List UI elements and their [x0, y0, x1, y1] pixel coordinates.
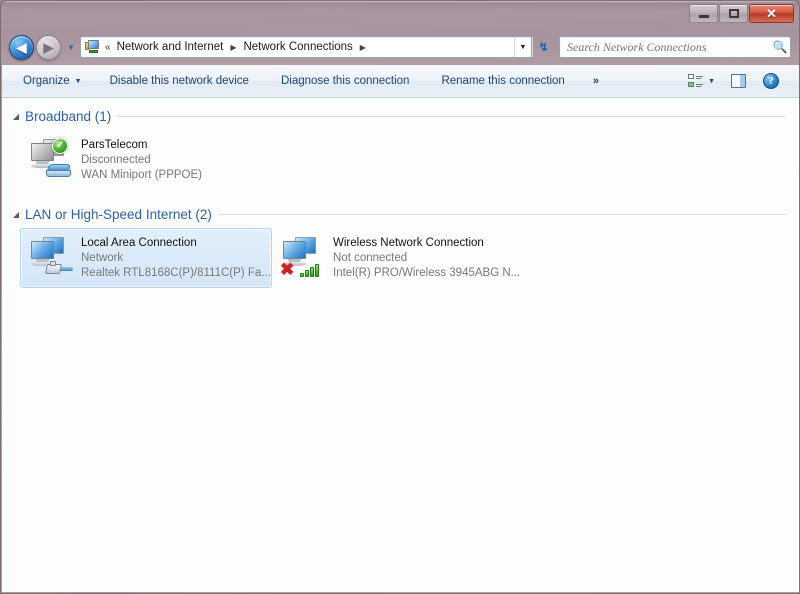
view-options-icon [688, 74, 704, 88]
minimize-button[interactable] [689, 4, 718, 23]
triangle-glyph: ◢ [12, 111, 20, 121]
help-icon: ? [763, 73, 779, 89]
group-title-lan: LAN or High-Speed Internet (2) [25, 206, 212, 222]
connected-check-badge-icon: ✓ [52, 138, 68, 154]
explorer-window: ✕ ◀ ▶ ▼ « Network and Internet ▶ Network… [0, 0, 800, 594]
group-divider-broadband [117, 115, 786, 117]
connection-item-wireless-network-connection[interactable]: ✖ Wireless Network Connection Not connec… [272, 228, 524, 288]
connection-text-parstelecom: ParsTelecom Disconnected WAN Miniport (P… [76, 137, 202, 183]
help-button[interactable]: ? [755, 68, 787, 94]
address-history-dropdown[interactable]: ▼ [514, 37, 531, 57]
address-bar[interactable]: « Network and Internet ▶ Network Connect… [80, 36, 532, 58]
close-icon: ✕ [766, 6, 777, 21]
back-arrow-icon: ◀ [16, 39, 27, 55]
connection-name: Wireless Network Connection [333, 237, 484, 249]
minimize-icon [698, 15, 709, 18]
forward-arrow-icon: ▶ [43, 39, 54, 55]
forward-button[interactable]: ▶ [36, 34, 61, 60]
collapse-triangle-icon-lan[interactable]: ◢ [10, 208, 22, 220]
connection-text-wireless-network-connection: Wireless Network Connection Not connecte… [328, 235, 521, 281]
chevron-down-icon-organize: ▼ [74, 77, 82, 85]
diagnose-connection-button[interactable]: Diagnose this connection [271, 69, 420, 93]
connection-text-local-area-connection: Local Area Connection Network Realtek RT… [76, 235, 271, 281]
maximize-icon [728, 9, 739, 18]
breadcrumb-network-and-internet[interactable]: Network and Internet [115, 39, 226, 55]
change-view-button[interactable]: ▼ [681, 69, 722, 93]
group-divider-lan [217, 213, 786, 215]
connection-device: Realtek RTL8168C(P)/8111C(P) Fa... [81, 267, 271, 279]
group-title-broadband: Broadband (1) [25, 108, 112, 124]
recent-pages-button[interactable]: ▼ [64, 36, 78, 58]
not-connected-x-badge-icon: ✖ [280, 260, 295, 279]
disable-label: Disable this network device [109, 75, 249, 87]
search-icon[interactable]: 🔍 [770, 40, 790, 54]
preview-pane-icon [731, 74, 746, 88]
connection-status: Not connected [333, 252, 408, 264]
command-toolbar: Organize ▼ Disable this network device D… [2, 65, 799, 98]
group-lan: ◢ LAN or High-Speed Internet (2) Local A… [2, 204, 799, 288]
connection-device: Intel(R) PRO/Wireless 3945ABG N... [333, 267, 521, 279]
address-bar-row: ◀ ▶ ▼ « Network and Internet ▶ Network C… [1, 32, 799, 62]
network-folder-icon [85, 39, 101, 55]
connection-name: ParsTelecom [81, 139, 148, 151]
group-header-lan[interactable]: ◢ LAN or High-Speed Internet (2) [2, 204, 799, 224]
search-input[interactable] [560, 39, 770, 55]
breadcrumb-arrow-icon-2[interactable]: ▶ [360, 43, 366, 52]
help-glyph: ? [768, 75, 774, 87]
rename-connection-button[interactable]: Rename this connection [431, 69, 574, 93]
diagnose-label: Diagnose this connection [280, 75, 410, 87]
breadcrumb-network-connections[interactable]: Network Connections [241, 39, 354, 55]
ethernet-cable-overlay-icon [44, 261, 74, 277]
breadcrumb-arrow-icon[interactable]: ▶ [230, 43, 236, 52]
modem-overlay-icon [46, 164, 72, 178]
back-button[interactable]: ◀ [9, 34, 34, 60]
maximize-button[interactable] [719, 4, 748, 23]
toolbar-right-group: ▼ ? [681, 68, 799, 94]
group-items-lan: Local Area Connection Network Realtek RT… [2, 228, 799, 288]
disable-network-device-button[interactable]: Disable this network device [100, 69, 259, 93]
broadband-connection-icon: ✓ [26, 137, 76, 181]
collapse-triangle-icon-broadband[interactable]: ◢ [10, 110, 22, 122]
connection-device: WAN Miniport (PPPOE) [81, 169, 202, 181]
triangle-glyph-lan: ◢ [12, 209, 20, 219]
toolbar-overflow-button[interactable]: » [585, 69, 607, 93]
overflow-chevrons-icon: » [592, 75, 599, 87]
group-items-broadband: ✓ ParsTelecom Disconnected WAN Miniport … [2, 130, 799, 190]
refresh-icon: ↯ [538, 40, 549, 54]
chevron-down-icon-address: ▼ [519, 43, 527, 51]
window-controls: ✕ [689, 4, 794, 23]
group-header-broadband[interactable]: ◢ Broadband (1) [2, 106, 799, 126]
chevron-down-icon: ▼ [67, 42, 75, 52]
connection-name: Local Area Connection [81, 237, 197, 249]
group-broadband: ◢ Broadband (1) ✓ ParsTelecom Disconnect… [2, 106, 799, 190]
signal-strength-overlay-icon [300, 262, 322, 277]
show-preview-pane-button[interactable] [724, 69, 753, 93]
connection-item-local-area-connection[interactable]: Local Area Connection Network Realtek RT… [20, 228, 272, 288]
breadcrumb-overflow-icon[interactable]: « [105, 42, 111, 53]
chevron-down-icon-view: ▼ [708, 77, 715, 85]
close-button[interactable]: ✕ [749, 4, 794, 23]
rename-label: Rename this connection [441, 75, 565, 87]
connection-status: Network [81, 252, 124, 264]
connection-status: Disconnected [81, 154, 151, 166]
refresh-button[interactable]: ↯ [532, 37, 554, 57]
connection-item-parstelecom[interactable]: ✓ ParsTelecom Disconnected WAN Miniport … [20, 130, 272, 190]
lan-connection-icon [26, 235, 76, 279]
organize-label: Organize [23, 75, 70, 87]
wireless-connection-icon: ✖ [278, 235, 328, 279]
search-box[interactable]: 🔍 [559, 36, 791, 58]
connections-list-view[interactable]: ◢ Broadband (1) ✓ ParsTelecom Disconnect… [2, 98, 799, 592]
organize-button[interactable]: Organize ▼ [13, 69, 92, 93]
